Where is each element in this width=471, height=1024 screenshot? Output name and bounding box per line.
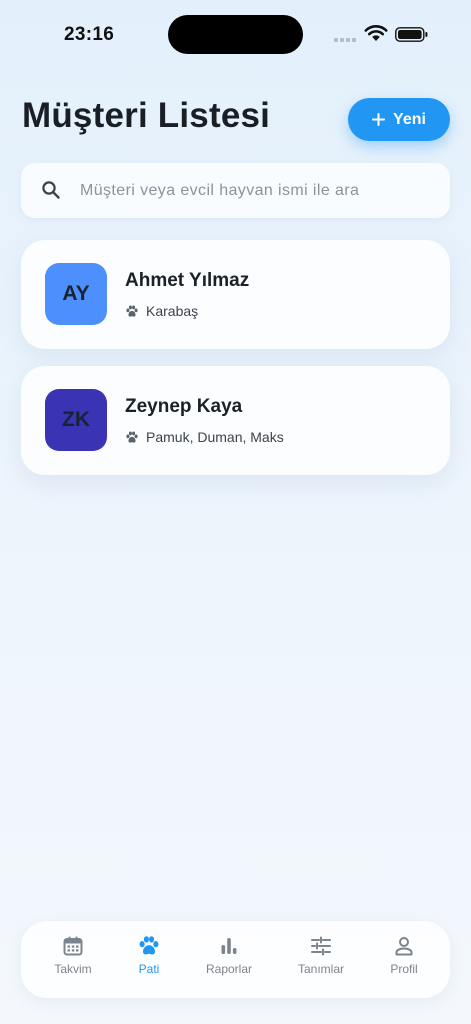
avatar-initials: AY bbox=[62, 282, 90, 305]
status-time: 23:16 bbox=[64, 24, 115, 45]
nav-label: Raporlar bbox=[205, 962, 253, 976]
new-customer-button[interactable]: Yeni bbox=[348, 98, 450, 141]
nav-item-pati[interactable]: Pati bbox=[109, 935, 189, 976]
paw-icon bbox=[126, 430, 138, 443]
nav-label: Pati bbox=[138, 962, 160, 976]
nav-label: Takvim bbox=[54, 962, 92, 976]
nav-item-tanimlar[interactable]: Tanımlar bbox=[281, 935, 361, 976]
paw-icon bbox=[126, 304, 138, 317]
wifi-icon bbox=[364, 25, 388, 41]
nav-item-profil[interactable]: Profil bbox=[364, 935, 444, 976]
pet-names: Karabaş bbox=[146, 303, 199, 319]
pet-names: Pamuk, Duman, Maks bbox=[146, 429, 284, 445]
nav-label: Profil bbox=[390, 962, 418, 976]
customer-name: Zeynep Kaya bbox=[125, 396, 243, 417]
page-title: Müşteri Listesi bbox=[22, 96, 271, 135]
status-bar: 23:16 bbox=[0, 0, 471, 70]
user-icon bbox=[395, 937, 413, 956]
customer-card[interactable]: ZK Zeynep Kaya Pamuk, Duman, Maks bbox=[21, 366, 450, 475]
bar-chart-icon bbox=[221, 938, 237, 954]
avatar-initials: ZK bbox=[62, 408, 90, 431]
nav-label: Tanımlar bbox=[297, 962, 344, 976]
search-icon bbox=[42, 181, 60, 199]
plus-icon bbox=[372, 113, 386, 126]
sliders-icon bbox=[311, 936, 331, 956]
customer-name: Ahmet Yılmaz bbox=[125, 270, 250, 291]
avatar: ZK bbox=[45, 389, 107, 451]
cellular-signal-icon bbox=[334, 38, 356, 42]
dynamic-island bbox=[168, 15, 303, 54]
battery-icon bbox=[395, 27, 428, 42]
bottom-nav: Takvim Pati Raporlar Tanımlar Profil bbox=[21, 921, 450, 998]
search-box[interactable] bbox=[21, 163, 450, 218]
nav-item-takvim[interactable]: Takvim bbox=[33, 935, 113, 976]
avatar: AY bbox=[45, 263, 107, 325]
pets-row: Karabaş bbox=[125, 303, 198, 319]
paw-icon bbox=[139, 936, 159, 955]
customer-card[interactable]: AY Ahmet Yılmaz Karabaş bbox=[21, 240, 450, 349]
new-button-label: Yeni bbox=[393, 110, 426, 128]
search-input[interactable] bbox=[80, 173, 430, 208]
pets-row: Pamuk, Duman, Maks bbox=[125, 429, 284, 445]
nav-item-raporlar[interactable]: Raporlar bbox=[189, 935, 269, 976]
calendar-icon bbox=[63, 936, 83, 956]
